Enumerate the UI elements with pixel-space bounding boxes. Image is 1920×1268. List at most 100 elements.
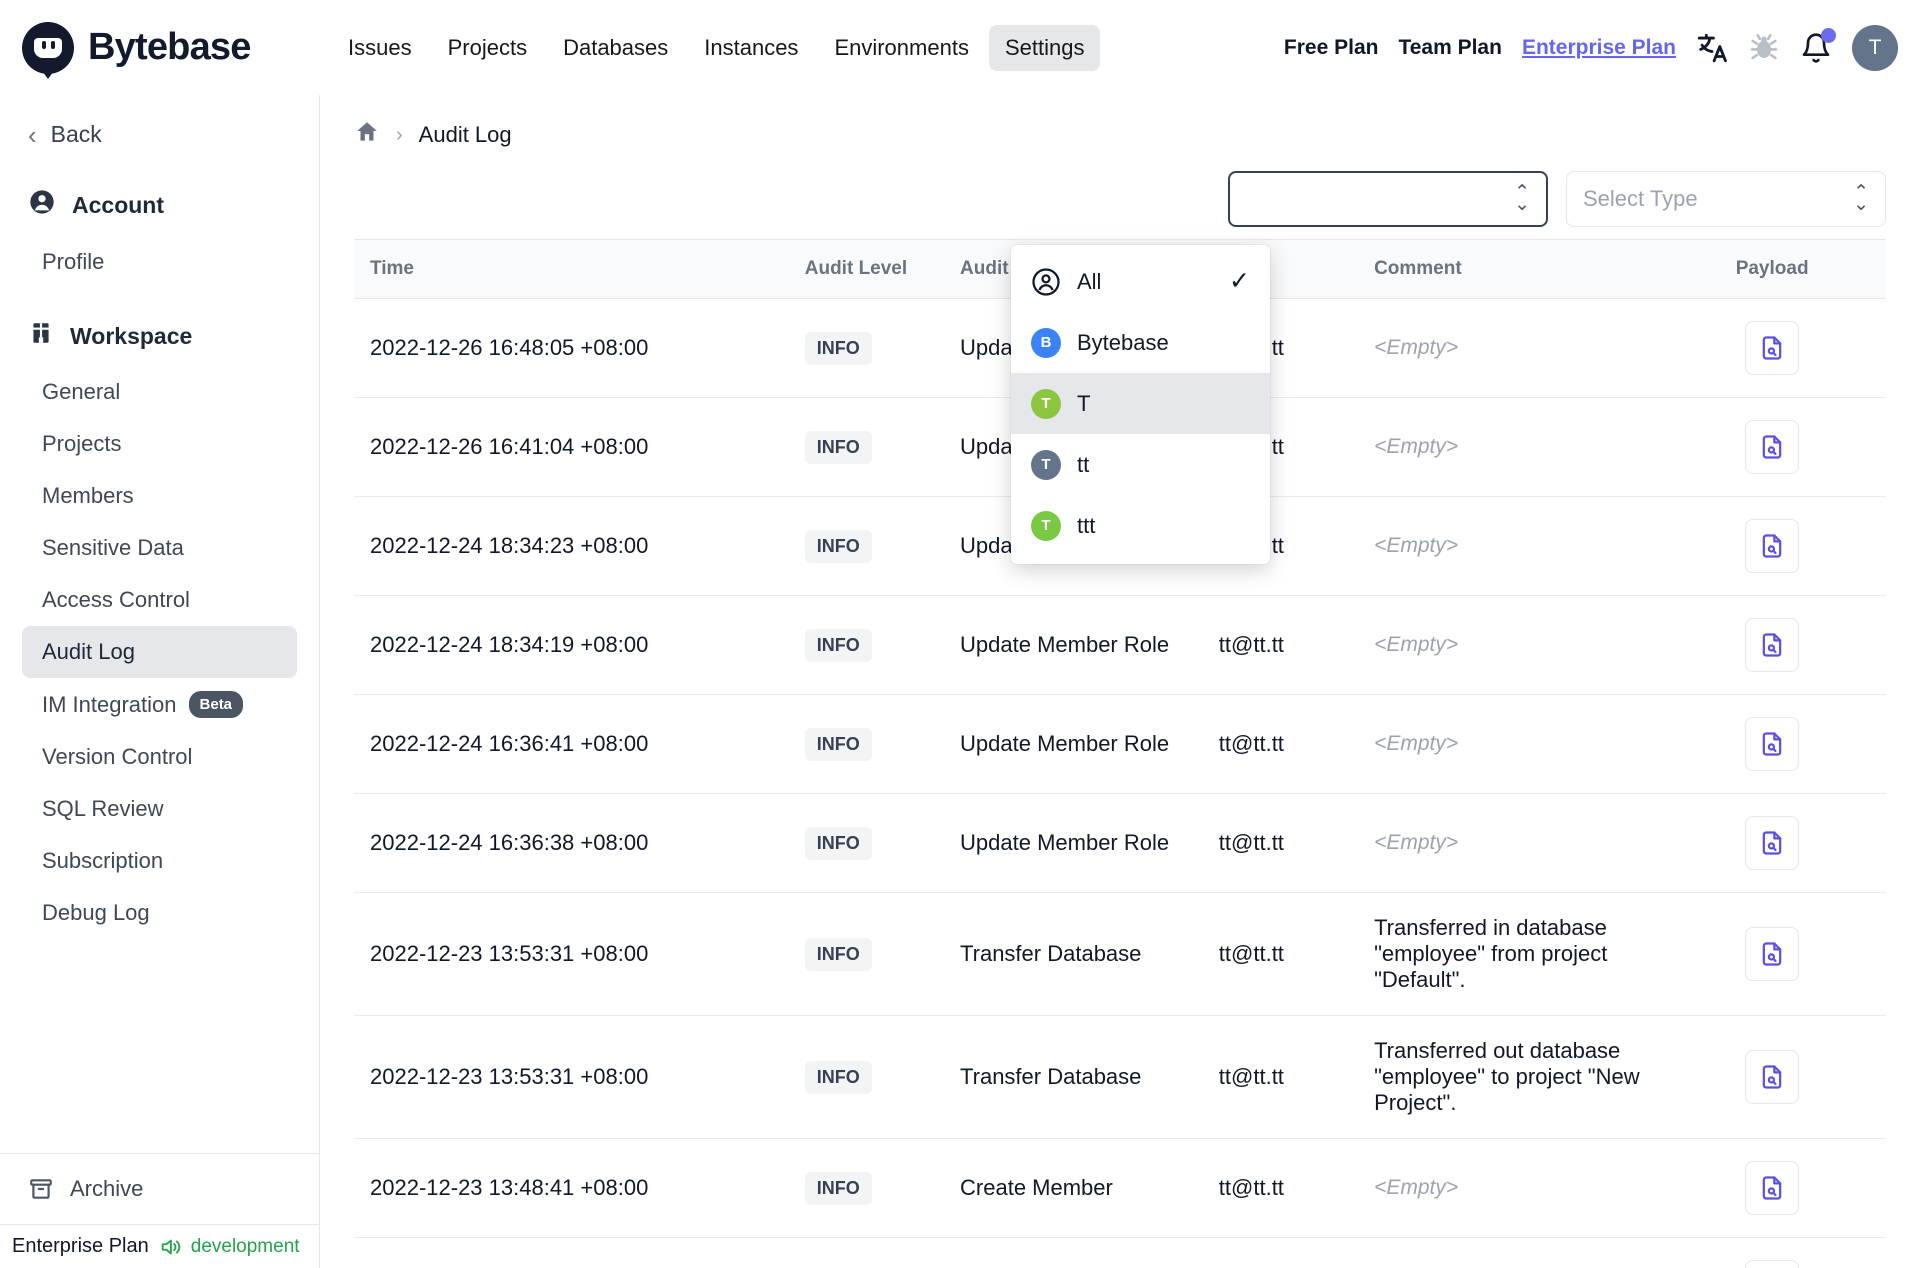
document-search-icon[interactable] (1745, 420, 1800, 474)
document-search-icon[interactable] (1745, 1260, 1800, 1268)
sidebar-item-label: General (42, 379, 121, 404)
dropdown-item-label: tt (1077, 451, 1090, 477)
cell-time: 2022-12-23 13:53:31 +08:00 (354, 892, 789, 1016)
cell-audit-level: INFO (788, 298, 945, 398)
home-icon[interactable] (354, 119, 380, 151)
cell-audit-type: Create Member (944, 1237, 1203, 1268)
sidebar-item-version-control[interactable]: Version Control (22, 731, 297, 783)
cell-comment: Transferred out database "employee" to p… (1358, 1015, 1659, 1139)
sidebar-item-sensitive-data[interactable]: Sensitive Data (22, 522, 297, 574)
sidebar-item-label: Profile (42, 249, 105, 274)
back-button[interactable]: ‹ Back (22, 113, 297, 156)
cell-actor: tt@tt.tt (1202, 1015, 1359, 1139)
chevron-left-icon: ‹ (28, 119, 37, 150)
cell-audit-level: INFO (788, 595, 945, 695)
sidebar-item-debug-log[interactable]: Debug Log (22, 887, 297, 939)
sidebar-item-label: Version Control (42, 744, 193, 769)
dropdown-item-bytebase[interactable]: B Bytebase (1011, 312, 1270, 373)
nav-item-issues[interactable]: Issues (332, 25, 428, 71)
column-header-payload: Payload (1658, 239, 1886, 299)
cell-time: 2022-12-26 16:48:05 +08:00 (354, 298, 789, 398)
nav-item-settings[interactable]: Settings (988, 24, 1101, 71)
sidebar-item-audit-log[interactable]: Audit Log (22, 626, 297, 678)
translate-icon[interactable] (1686, 22, 1738, 74)
cell-audit-type: Create Member (944, 1138, 1203, 1238)
column-header-comment: Comment (1358, 239, 1659, 299)
actor-select[interactable]: ⌃ ⌄ (1228, 171, 1548, 227)
bell-icon[interactable] (1790, 22, 1842, 74)
cell-payload (1658, 496, 1886, 596)
cell-comment: <Empty> (1358, 793, 1659, 893)
sidebar-item-im-integration[interactable]: IM Integration Beta (22, 678, 297, 731)
plan-enterprise[interactable]: Enterprise Plan (1512, 36, 1686, 60)
sidebar-item-members[interactable]: Members (22, 470, 297, 522)
level-badge: INFO (804, 1171, 872, 1205)
document-search-icon[interactable] (1745, 1050, 1800, 1104)
table-row: 2022-12-23 13:48:41 +08:00 INFO Create Mem… (354, 1138, 1886, 1238)
cell-audit-level: INFO (788, 793, 945, 893)
plan-free[interactable]: Free Plan (1274, 36, 1389, 60)
sidebar-group-account[interactable]: Account (22, 174, 297, 236)
sidebar-item-label: Audit Log (42, 639, 135, 664)
sidebar-group-workspace[interactable]: Workspace (22, 306, 297, 366)
cell-audit-level: INFO (788, 1237, 945, 1268)
document-search-icon[interactable] (1745, 927, 1800, 981)
dropdown-item-label: T (1077, 390, 1091, 416)
sidebar-item-profile[interactable]: Profile (22, 236, 297, 288)
type-select[interactable]: Select Type ⌃ ⌄ (1566, 171, 1886, 227)
sidebar-item-label: IM Integration (42, 691, 177, 717)
cell-payload (1658, 1138, 1886, 1238)
dropdown-item-all[interactable]: All ✓ (1011, 251, 1270, 312)
cell-actor: t@t.t (1202, 1237, 1359, 1268)
dropdown-item-t[interactable]: TT (1011, 373, 1270, 434)
top-right-actions: Free Plan Team Plan Enterprise Plan T (1274, 22, 1898, 74)
document-search-icon[interactable] (1745, 519, 1800, 573)
sidebar-item-subscription[interactable]: Subscription (22, 835, 297, 887)
cell-comment: Transferred in database "employee" from … (1358, 892, 1659, 1016)
nav-item-databases[interactable]: Databases (547, 25, 684, 71)
cell-payload (1658, 397, 1886, 497)
sidebar-item-general[interactable]: General (22, 366, 297, 418)
sidebar-item-label: Subscription (42, 848, 164, 873)
app-root: Bytebase Issues Projects Databases Instance… (0, 0, 1920, 1268)
document-search-icon[interactable] (1745, 618, 1800, 672)
sidebar-item-projects[interactable]: Projects (22, 418, 297, 470)
beta-badge: Beta (188, 691, 244, 718)
nav-item-projects[interactable]: Projects (432, 25, 543, 71)
table-row: 2022-12-23 13:46:04 +08:00INFOCreate Mem… (354, 1237, 1886, 1268)
cell-time: 2022-12-23 13:48:41 +08:00 (354, 1138, 789, 1238)
document-search-icon[interactable] (1745, 321, 1800, 375)
document-search-icon[interactable] (1745, 1161, 1800, 1215)
user-avatar[interactable]: T (1852, 24, 1898, 71)
nav-item-environments[interactable]: Environments (818, 25, 985, 71)
bytebase-logo-icon (22, 21, 74, 74)
breadcrumb-separator: › (396, 123, 403, 146)
cell-audit-type: Transfer Database (944, 892, 1203, 1016)
nav-item-instances[interactable]: Instances (688, 25, 814, 71)
cell-comment: <Empty> (1358, 496, 1659, 596)
sidebar-item-archive[interactable]: Archive (0, 1153, 319, 1224)
level-badge: INFO (804, 331, 872, 365)
avatar: T (1031, 449, 1061, 480)
cell-actor: tt@tt.tt (1202, 892, 1359, 1016)
brand-logo-area[interactable]: Bytebase (22, 21, 322, 74)
user-circle-icon (28, 188, 56, 222)
document-search-icon[interactable] (1745, 717, 1800, 771)
cell-time: 2022-12-24 18:34:19 +08:00 (354, 595, 789, 695)
cell-time: 2022-12-26 16:41:04 +08:00 (354, 397, 789, 497)
dropdown-item-ttt[interactable]: Tttt (1011, 495, 1270, 556)
cell-audit-level: INFO (788, 496, 945, 596)
avatar: T (1031, 388, 1061, 419)
sidebar-item-sql-review[interactable]: SQL Review (22, 783, 297, 835)
sidebar-item-access-control[interactable]: Access Control (22, 574, 297, 626)
document-search-icon[interactable] (1745, 816, 1800, 870)
speaker-icon (161, 1239, 181, 1254)
dropdown-item-tt[interactable]: Ttt (1011, 434, 1270, 495)
page-body: ‹ Back Account Profile Workspace General Pro… (0, 95, 1920, 1268)
plan-team[interactable]: Team Plan (1388, 36, 1511, 60)
cell-actor: tt@tt.tt (1202, 793, 1359, 893)
cell-audit-type: Update Member Role (944, 694, 1203, 794)
cell-time: 2022-12-23 13:53:31 +08:00 (354, 1015, 789, 1139)
cell-comment: <Empty> (1358, 694, 1659, 794)
bug-icon[interactable] (1738, 22, 1790, 74)
